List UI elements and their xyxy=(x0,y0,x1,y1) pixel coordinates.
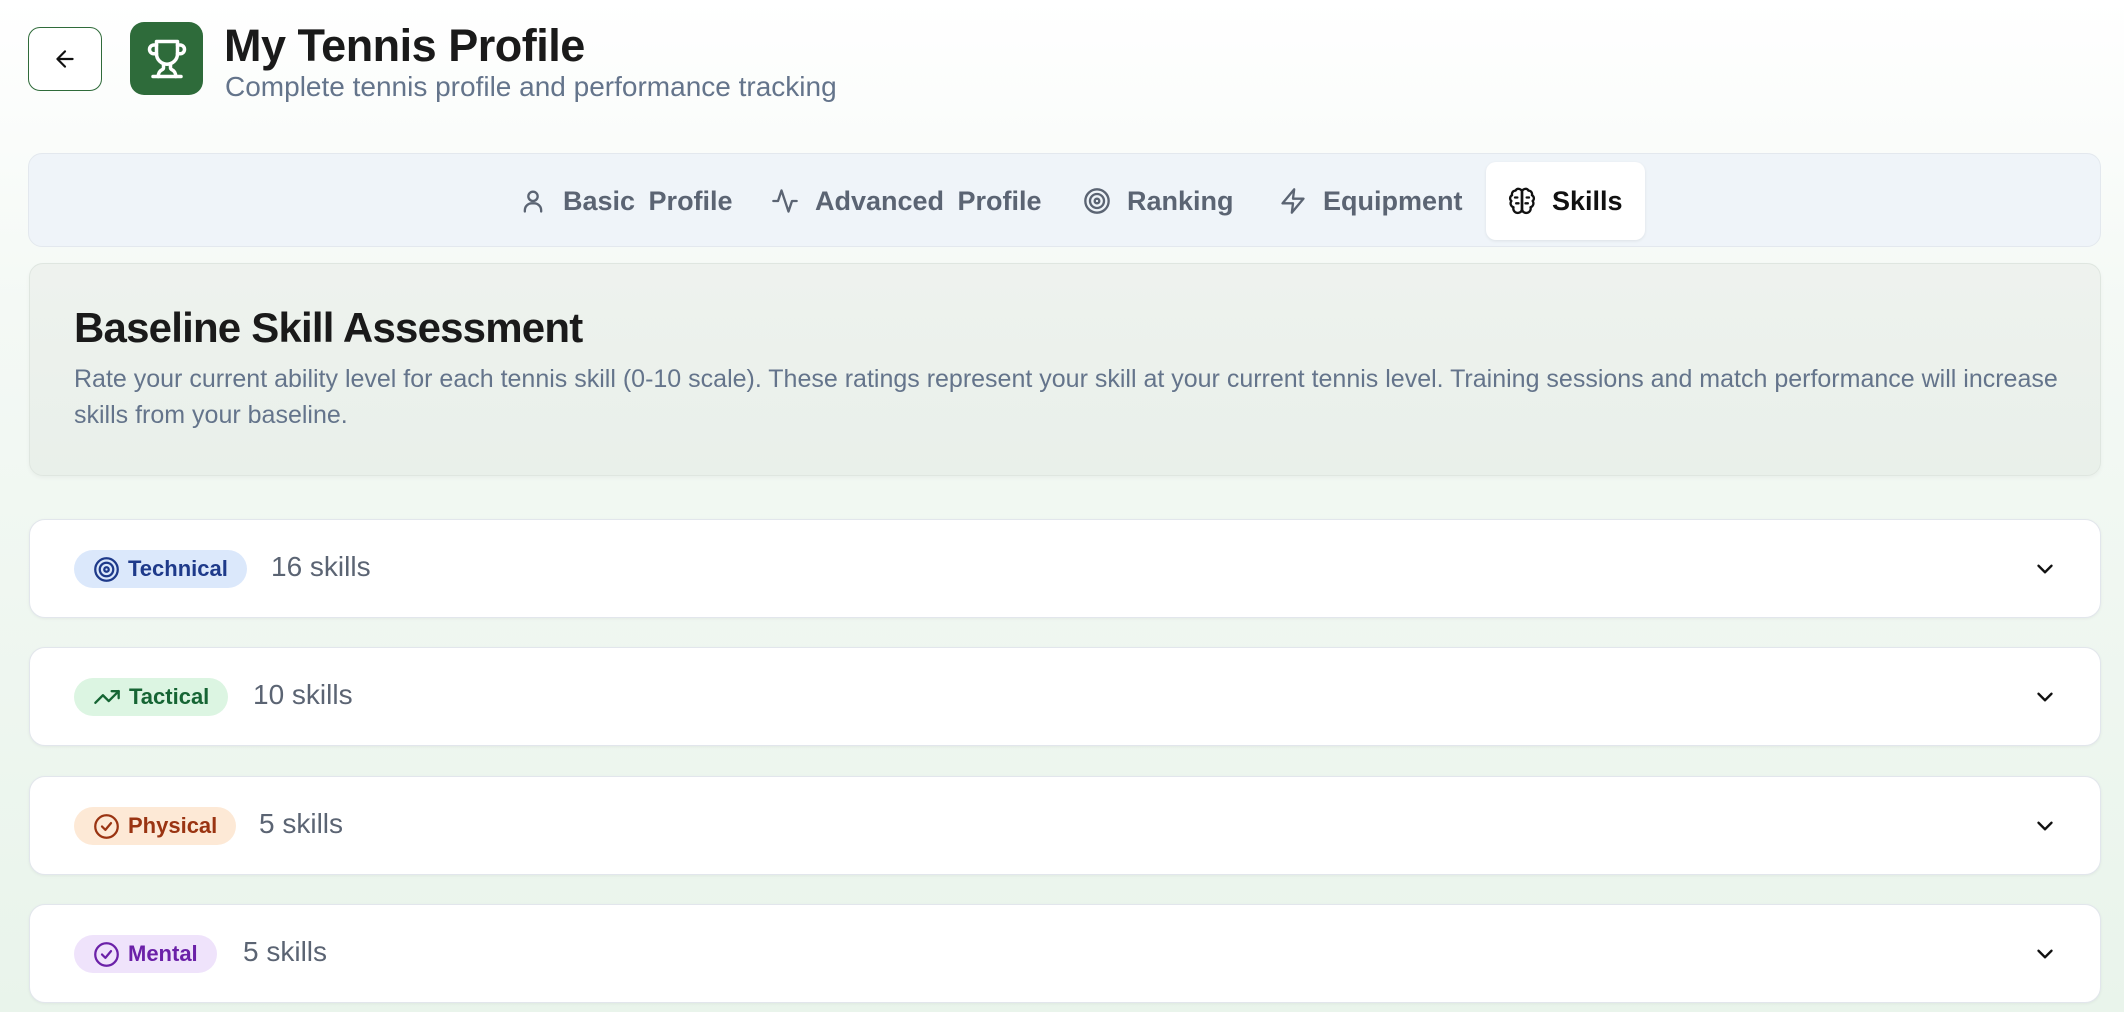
skill-count: 10 skills xyxy=(253,679,353,710)
lightning-icon xyxy=(1281,188,1305,214)
tab-skills[interactable]: Skills xyxy=(1486,162,1645,240)
category-label: Physical xyxy=(128,813,218,838)
tab-label: Ranking xyxy=(1127,185,1234,216)
page-title: My Tennis Profile xyxy=(224,20,585,71)
chevron-down-icon[interactable] xyxy=(2032,941,2058,967)
chevron-down-icon[interactable] xyxy=(2032,684,2058,710)
activity-icon xyxy=(772,189,798,213)
back-button[interactable] xyxy=(28,27,102,91)
category-physical[interactable]: Physical 5 skills xyxy=(29,776,2101,875)
category-tactical[interactable]: Tactical 10 skills xyxy=(29,647,2101,746)
chevron-down-icon[interactable] xyxy=(2032,556,2058,582)
category-badge: Mental xyxy=(74,935,217,973)
check-circle-icon xyxy=(94,941,119,967)
tab-label: Basic Profile xyxy=(563,185,733,216)
tab-equipment[interactable]: Equipment xyxy=(1279,162,1463,240)
check-circle-icon xyxy=(94,813,119,839)
tab-ranking[interactable]: Ranking xyxy=(1083,162,1234,240)
user-icon xyxy=(523,190,543,213)
category-label: Mental xyxy=(128,941,198,966)
profile-tabs: Basic Profile Advanced Profile Ranking E… xyxy=(28,153,2101,247)
target-icon xyxy=(1084,188,1110,214)
tab-basic-profile[interactable]: Basic Profile xyxy=(519,162,733,240)
category-technical[interactable]: Technical 16 skills xyxy=(29,519,2101,618)
category-mental[interactable]: Mental 5 skills xyxy=(29,904,2101,1003)
arrow-left-icon xyxy=(56,50,74,68)
category-badge: Tactical xyxy=(74,678,229,716)
chevron-down-icon[interactable] xyxy=(2032,813,2058,839)
assessment-title: Baseline Skill Assessment xyxy=(74,304,583,351)
target-icon xyxy=(94,556,119,582)
tab-label: Skills xyxy=(1552,185,1623,216)
skill-count: 5 skills xyxy=(243,936,328,967)
skill-count: 5 skills xyxy=(259,808,344,839)
category-badge: Physical xyxy=(74,807,237,845)
trophy-icon xyxy=(147,39,186,78)
tab-advanced-profile[interactable]: Advanced Profile xyxy=(771,162,1042,240)
trending-up-icon xyxy=(94,690,120,704)
brain-icon xyxy=(1508,187,1536,215)
app-logo xyxy=(130,22,203,95)
category-badge: Technical xyxy=(74,550,247,588)
tab-label: Advanced Profile xyxy=(815,185,1042,216)
page-header: My Tennis Profile Complete tennis profil… xyxy=(28,20,2098,120)
category-label: Tactical xyxy=(129,684,210,709)
assessment-panel: Baseline Skill Assessment Rate your curr… xyxy=(29,263,2101,476)
category-label: Technical xyxy=(128,556,228,581)
tab-label: Equipment xyxy=(1323,185,1463,216)
assessment-description: Rate your current ability level for each… xyxy=(74,365,2058,429)
page-subtitle: Complete tennis profile and performance … xyxy=(225,71,837,102)
skill-count: 16 skills xyxy=(271,551,371,582)
